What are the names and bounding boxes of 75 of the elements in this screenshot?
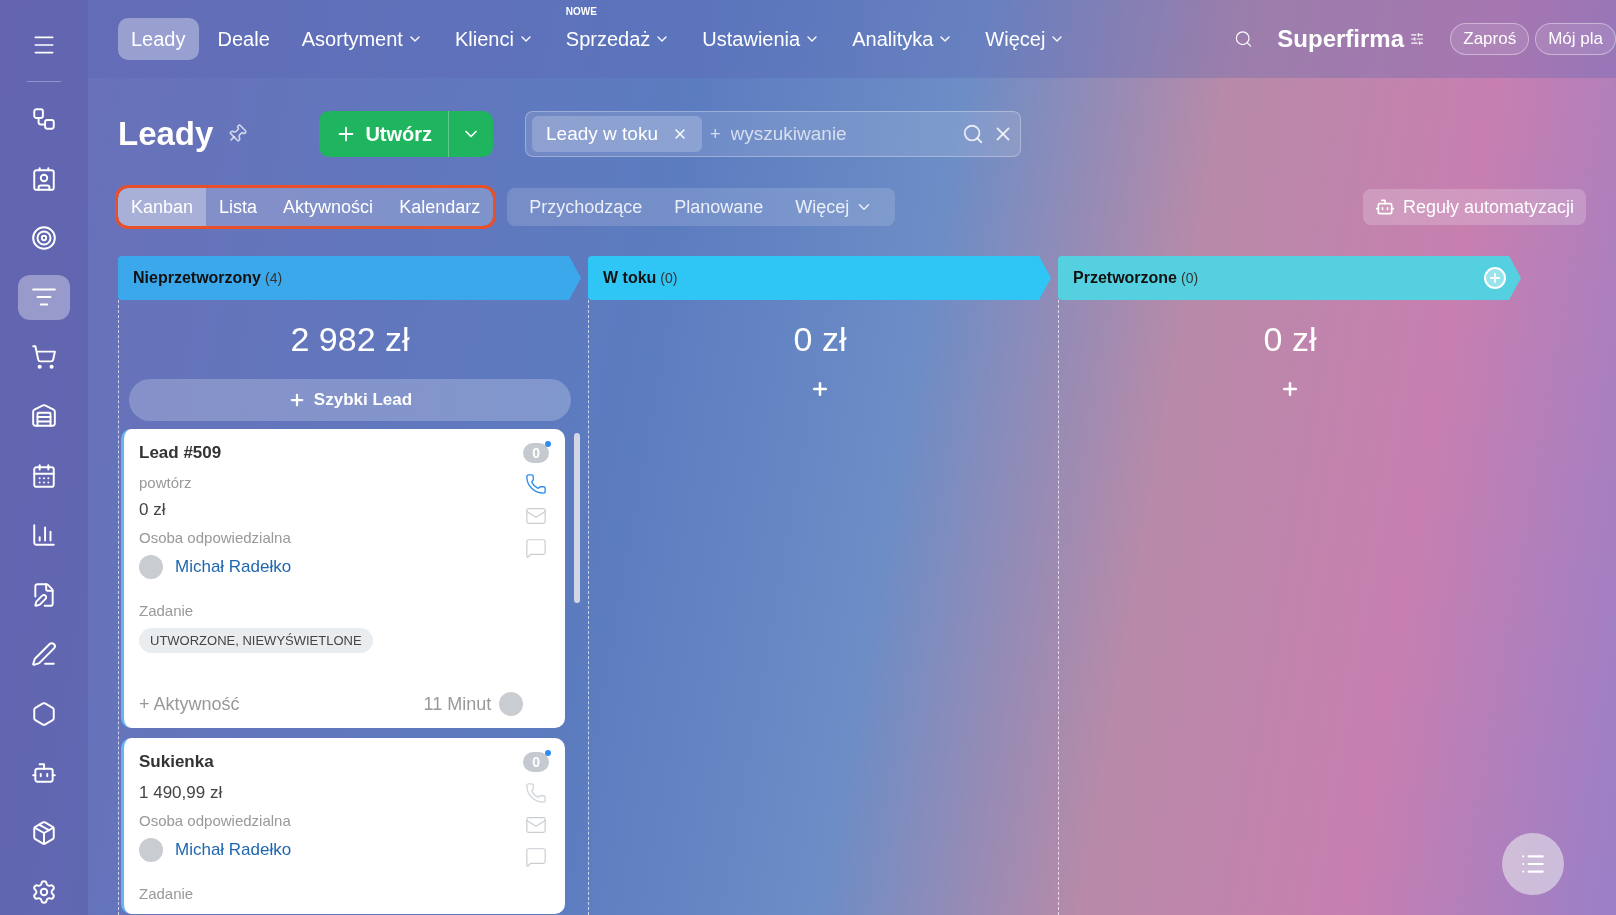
filter-button[interactable]: Więcej — [781, 188, 888, 226]
nav-tab[interactable]: Leady — [118, 18, 199, 60]
cart-icon[interactable] — [31, 343, 57, 370]
lead-card[interactable]: Sukienka 1 490,99 zł Osoba odpowiedzialna Michał Radełko Zadanie 0 — [121, 738, 565, 914]
notification-dot — [545, 441, 551, 447]
card-time: 11 Minut — [423, 693, 492, 715]
box-icon[interactable] — [31, 819, 57, 846]
warehouse-icon[interactable] — [31, 403, 57, 430]
notification-dot — [545, 750, 551, 756]
header-button[interactable]: Zaproś — [1450, 23, 1530, 55]
nav-tab[interactable]: Klienci — [441, 18, 547, 60]
contacts-icon[interactable] — [31, 165, 57, 192]
nav-tab[interactable]: Deale — [204, 18, 283, 60]
avatar — [139, 555, 163, 579]
card-title: Sukienka — [139, 752, 215, 772]
avatar — [139, 838, 163, 862]
view-tab[interactable]: Aktywności — [270, 188, 387, 226]
scrollbar-thumb[interactable] — [574, 433, 580, 603]
column-count: (0) — [1181, 270, 1199, 286]
quick-add-button[interactable]: Szybki Lead — [129, 379, 571, 421]
task-status-tag: UTWORZONE, NIEWYŚWIETLONE — [139, 628, 373, 653]
card-title: Lead #509 — [139, 443, 223, 463]
counter-badge: 0 — [523, 443, 549, 463]
card-subtitle: powtórz — [139, 474, 193, 491]
nav-tab[interactable]: Ustawienia — [689, 18, 834, 60]
automation-rules-button[interactable]: Reguły automatyzacji — [1362, 189, 1586, 225]
column-title: Przetworzone — [1073, 269, 1177, 287]
filter-search-field[interactable]: Leady w toku + wyszukiwanie — [525, 111, 1022, 157]
target-icon[interactable] — [31, 225, 57, 251]
document-icon[interactable] — [31, 581, 57, 608]
company-name: Superfirma — [1277, 25, 1405, 53]
responsible-label: Osoba odpowiedzialna — [139, 812, 292, 829]
column-count: (0) — [660, 270, 678, 286]
card-amount: 0 zł — [139, 500, 167, 520]
column-total: 0 zł — [1262, 320, 1318, 359]
nav-tab[interactable]: Więcej — [972, 18, 1079, 60]
page-title: Leady — [118, 115, 214, 153]
new-label: NOWE — [565, 6, 597, 17]
column-total: 2 982 zł — [289, 320, 411, 359]
nav-tab[interactable]: Analityka — [839, 18, 967, 60]
counter-badge: 0 — [523, 752, 549, 772]
funnel-nav-button[interactable] — [18, 274, 70, 321]
plus-sign: + — [710, 123, 721, 145]
hexagon-icon[interactable] — [31, 700, 57, 727]
phone-icon[interactable] — [525, 473, 548, 495]
nodes-icon[interactable] — [31, 106, 57, 133]
filter-button[interactable]: Planowane — [660, 188, 778, 226]
lead-card[interactable]: Lead #509 powtórz 0 zł Osoba odpowiedzialna Michał Radełko Zadanie UTWORZONE, NIEWYŚWIETLONE + Aktywność 11 Minut 0 — [121, 429, 565, 728]
responsible-label: Osoba odpowiedzialna — [139, 529, 292, 546]
settings-icon[interactable] — [31, 879, 57, 906]
task-label: Zadanie — [139, 885, 195, 902]
column-count: (4) — [265, 270, 283, 286]
avatar — [499, 692, 524, 716]
add-activity-link[interactable]: + Aktywność — [139, 693, 240, 715]
add-button[interactable] — [1280, 379, 1300, 399]
column-title: W toku — [603, 269, 657, 287]
person-link[interactable]: Michał Radełko — [175, 557, 292, 577]
card-amount: 1 490,99 zł — [139, 783, 224, 803]
view-tab[interactable]: Kalendarz — [386, 188, 494, 226]
create-button[interactable]: Utwórz — [319, 111, 450, 157]
calendar-icon[interactable] — [31, 462, 57, 489]
sliders-icon[interactable] — [1410, 30, 1425, 48]
chart-icon[interactable] — [31, 522, 57, 549]
column-title: Nieprzetworzony — [133, 269, 261, 287]
header-button[interactable]: Mój pla — [1535, 23, 1616, 55]
filter-tag[interactable]: Leady w toku — [532, 116, 702, 152]
view-tab[interactable]: Lista — [206, 188, 271, 226]
add-button[interactable] — [810, 379, 830, 399]
person-link[interactable]: Michał Radełko — [175, 840, 292, 860]
pen-icon[interactable] — [31, 641, 57, 668]
nav-tab[interactable]: Asortyment — [288, 18, 436, 60]
column-total: 0 zł — [792, 320, 848, 359]
filter-button[interactable]: Przychodzące — [515, 188, 657, 226]
task-label: Zadanie — [139, 602, 195, 619]
view-tab[interactable]: Kanban — [118, 188, 207, 226]
